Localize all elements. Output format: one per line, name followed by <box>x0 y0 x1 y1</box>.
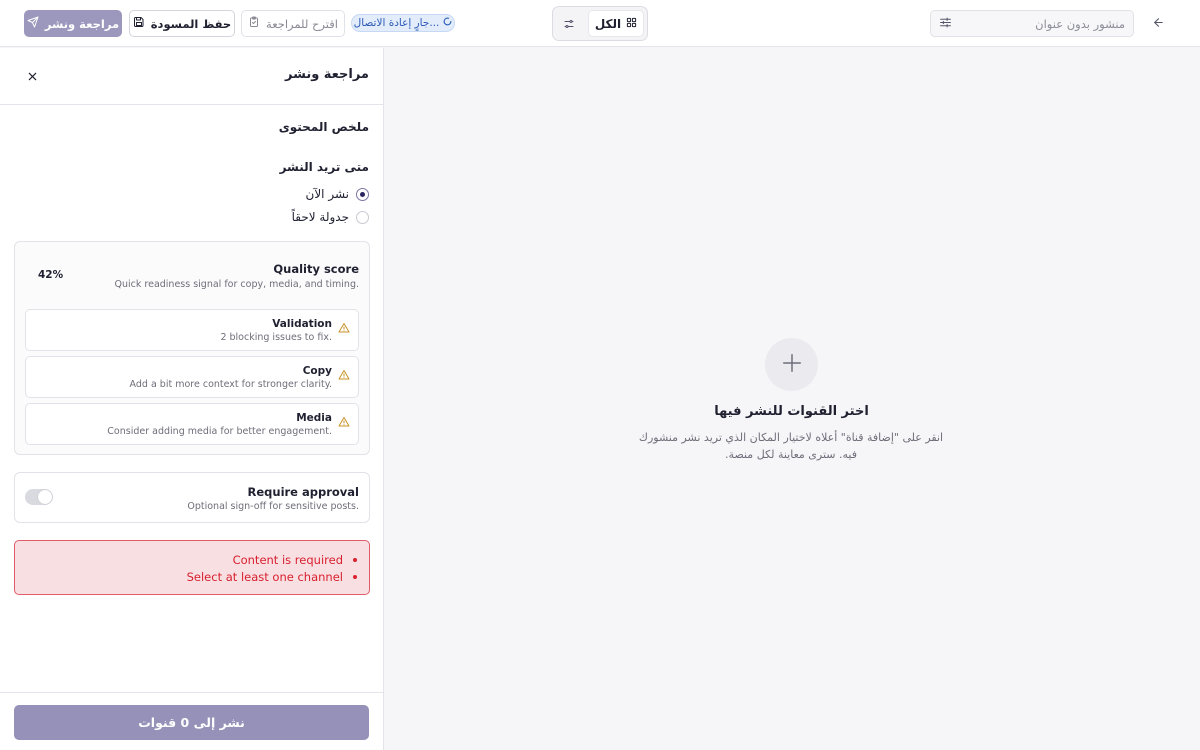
quality-item-validation: Validation 2 blocking issues to fix. <box>25 309 359 351</box>
warning-icon <box>338 319 350 333</box>
bullet-icon <box>353 558 357 562</box>
bullet-icon <box>353 575 357 579</box>
suggest-review-button[interactable]: اقترح للمراجعة <box>241 10 345 37</box>
reconnecting-label: جارٍ إعادة الاتصال... <box>353 17 440 29</box>
panel-title: مراجعة ونشر <box>285 67 369 82</box>
post-title-placeholder: منشور بدون عنوان <box>1035 16 1125 31</box>
back-button[interactable] <box>1150 15 1166 31</box>
quality-item-name: Media <box>296 412 332 424</box>
publish-now-label: نشر الآن <box>305 187 349 201</box>
error-item: Select at least one channel <box>187 570 357 584</box>
quality-score-title: Quality score <box>273 262 359 276</box>
save-icon <box>133 16 145 31</box>
channel-filter-toggle: الكل <box>552 6 648 41</box>
panel-footer: نشر إلى 0 قنوات <box>0 692 383 750</box>
filter-settings-button[interactable] <box>561 16 577 32</box>
empty-state-title: اختر القنوات للنشر فيها <box>714 404 869 419</box>
add-channel-button[interactable] <box>765 338 818 391</box>
send-icon <box>27 16 39 31</box>
filter-all-button[interactable]: الكل <box>588 10 644 37</box>
schedule-later-label: جدولة لاحقاً <box>291 210 349 224</box>
sliders-icon <box>563 15 575 34</box>
quality-item-desc: Consider adding media for better engagem… <box>107 426 332 437</box>
review-publish-button[interactable]: مراجعة ونشر <box>24 10 122 37</box>
filter-all-label: الكل <box>594 16 622 31</box>
radio-unselected[interactable] <box>356 210 369 224</box>
quality-item-name: Validation <box>272 318 332 330</box>
adjustments-icon <box>939 14 952 33</box>
quality-score-card: Quality score Quick readiness signal for… <box>14 241 370 455</box>
quality-score-percent: 42% <box>38 269 64 281</box>
save-draft-button[interactable]: حفظ المسودة <box>129 10 235 37</box>
quality-item-desc: 2 blocking issues to fix. <box>220 332 332 343</box>
save-draft-label: حفظ المسودة <box>150 16 232 31</box>
review-publish-label: مراجعة ونشر <box>44 16 120 31</box>
post-title-input[interactable]: منشور بدون عنوان <box>930 10 1134 37</box>
error-item: Content is required <box>233 553 357 567</box>
quality-item-copy: Copy Add a bit more context for stronger… <box>25 356 359 398</box>
quality-item-media: Media Consider adding media for better e… <box>25 403 359 445</box>
warning-icon <box>338 413 350 427</box>
schedule-later-option[interactable]: جدولة لاحقاً <box>292 209 369 225</box>
quality-item-desc: Add a bit more context for stronger clar… <box>129 379 332 390</box>
quality-score-subtitle: Quick readiness signal for copy, media, … <box>114 279 359 290</box>
top-toolbar: مراجعة ونشر حفظ المسودة اقترح للمراجعة ج… <box>0 0 1200 47</box>
review-publish-panel: مراجعة ونشر ملخص المحتوى متى تريد النشر … <box>0 48 384 750</box>
warning-icon <box>338 366 350 380</box>
spinner-icon <box>443 17 452 29</box>
panel-header: مراجعة ونشر <box>0 48 383 105</box>
close-icon <box>27 67 38 86</box>
clipboard-check-icon <box>248 16 260 31</box>
error-text: Select at least one channel <box>186 570 343 584</box>
suggest-review-label: اقترح للمراجعة <box>266 16 338 31</box>
require-approval-subtitle: Optional sign-off for sensitive posts. <box>187 501 359 512</box>
reconnecting-badge: جارٍ إعادة الاتصال... <box>351 14 455 32</box>
validation-errors-box: Content is required Select at least one … <box>14 540 370 595</box>
require-approval-toggle[interactable] <box>25 489 53 505</box>
plus-icon <box>781 352 803 378</box>
empty-state-description: انقر على "إضافة قناة" أعلاه لاختيار المك… <box>638 431 944 461</box>
close-button[interactable] <box>24 68 40 84</box>
grid-icon <box>626 17 637 31</box>
publish-to-channels-button[interactable]: نشر إلى 0 قنوات <box>14 705 369 740</box>
require-approval-card: Require approval Optional sign-off for s… <box>14 472 370 523</box>
require-approval-title: Require approval <box>247 485 360 499</box>
radio-selected[interactable] <box>356 187 369 201</box>
arrow-left-icon <box>1152 14 1165 33</box>
error-text: Content is required <box>232 553 343 567</box>
content-summary-heading: ملخص المحتوى <box>278 120 369 134</box>
publish-now-option[interactable]: نشر الآن <box>306 186 369 202</box>
when-publish-heading: متى تريد النشر <box>279 160 369 174</box>
quality-item-name: Copy <box>302 365 332 377</box>
